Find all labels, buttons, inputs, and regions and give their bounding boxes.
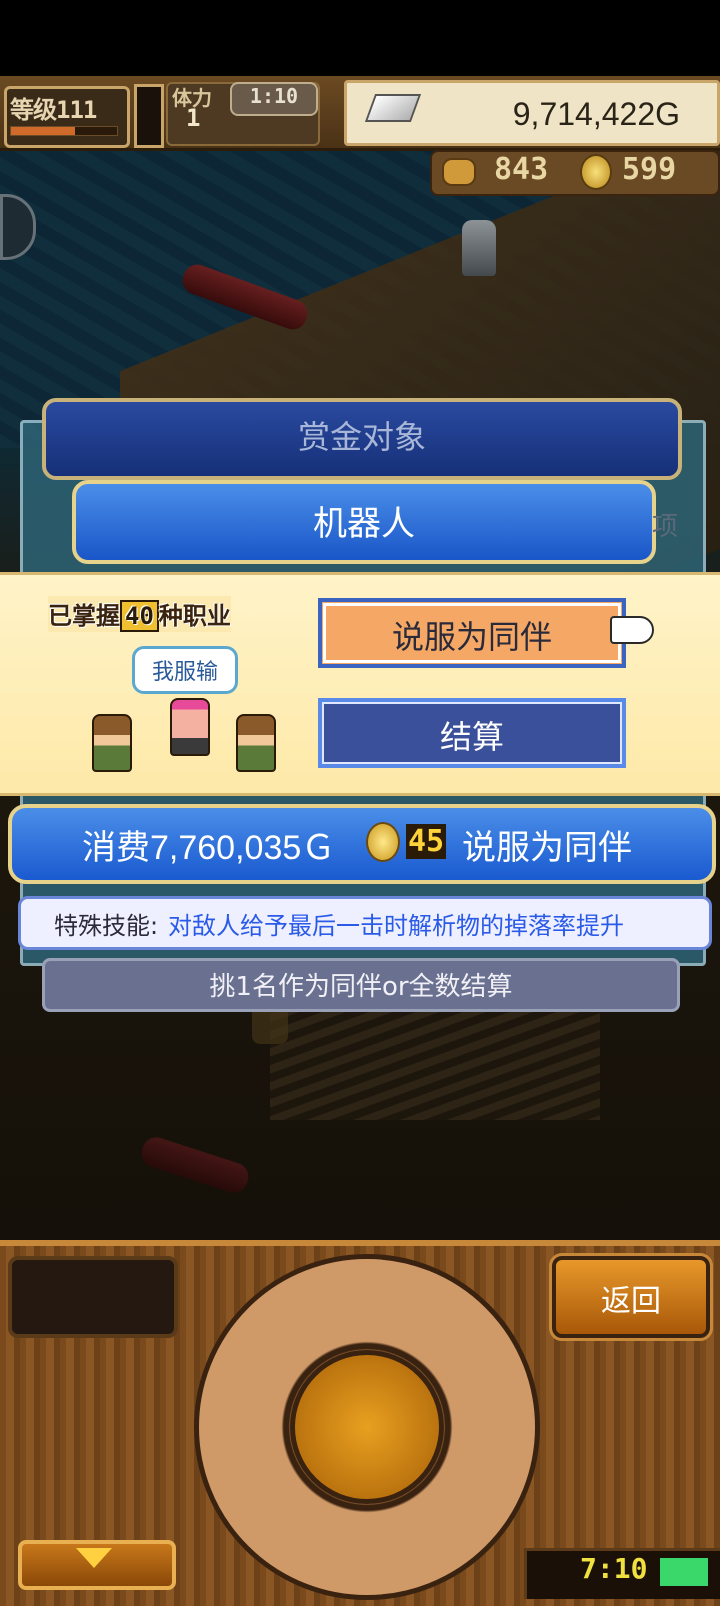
- coin-count: 599: [622, 152, 677, 187]
- back-button-label: 返回: [601, 1284, 661, 1319]
- dpad-center-button[interactable]: [290, 1350, 444, 1504]
- hint-text: 挑1名作为同伴or全数结算: [209, 972, 513, 1002]
- coin-icon: [366, 822, 400, 862]
- gold-coin-icon: [580, 154, 612, 190]
- timer-value: 1:10: [249, 84, 299, 108]
- mastered-suffix: 种职业: [158, 602, 231, 630]
- coin-cost: 45: [406, 824, 447, 859]
- level-label: 等级111: [10, 96, 97, 124]
- medal-icon: [442, 158, 476, 186]
- character-right[interactable]: [236, 714, 276, 772]
- cost-action: 说服为同伴: [462, 828, 632, 868]
- target-name: 机器人: [313, 504, 415, 544]
- minimap-slot: [8, 1256, 178, 1338]
- mastered-prefix: 已掌握: [48, 602, 120, 630]
- settle-button-label: 结算: [439, 718, 504, 756]
- mastered-count: 40: [120, 600, 159, 632]
- mastered-jobs-text: 已掌握 40 种职业: [48, 596, 231, 632]
- skill-label: 特殊技能:: [54, 912, 159, 940]
- character-left[interactable]: [92, 714, 132, 772]
- gold-amount: 9,714,422G: [512, 96, 680, 132]
- battery-icon: [660, 1558, 708, 1586]
- status-bar: [0, 0, 720, 76]
- level-progress-fill: [11, 127, 75, 135]
- speech-text: 我服输: [151, 660, 218, 685]
- clock-text: 7:10: [580, 1552, 648, 1585]
- recruit-button-label: 说服为同伴: [391, 618, 552, 656]
- down-arrow-icon: [76, 1548, 112, 1568]
- bounty-title: 赏金对象: [297, 418, 426, 456]
- character-robot[interactable]: [170, 698, 210, 756]
- skill-text: 对敌人给予最后一击时解析物的掉落率提升: [168, 912, 624, 940]
- pointing-hand-icon: [610, 616, 654, 644]
- stamina-value: 1: [186, 104, 201, 132]
- medal-count: 843: [494, 152, 549, 187]
- side-label: 项: [652, 512, 679, 542]
- gauge-slot: [134, 84, 164, 148]
- cost-text: 消费7,760,035Ｇ: [82, 829, 336, 867]
